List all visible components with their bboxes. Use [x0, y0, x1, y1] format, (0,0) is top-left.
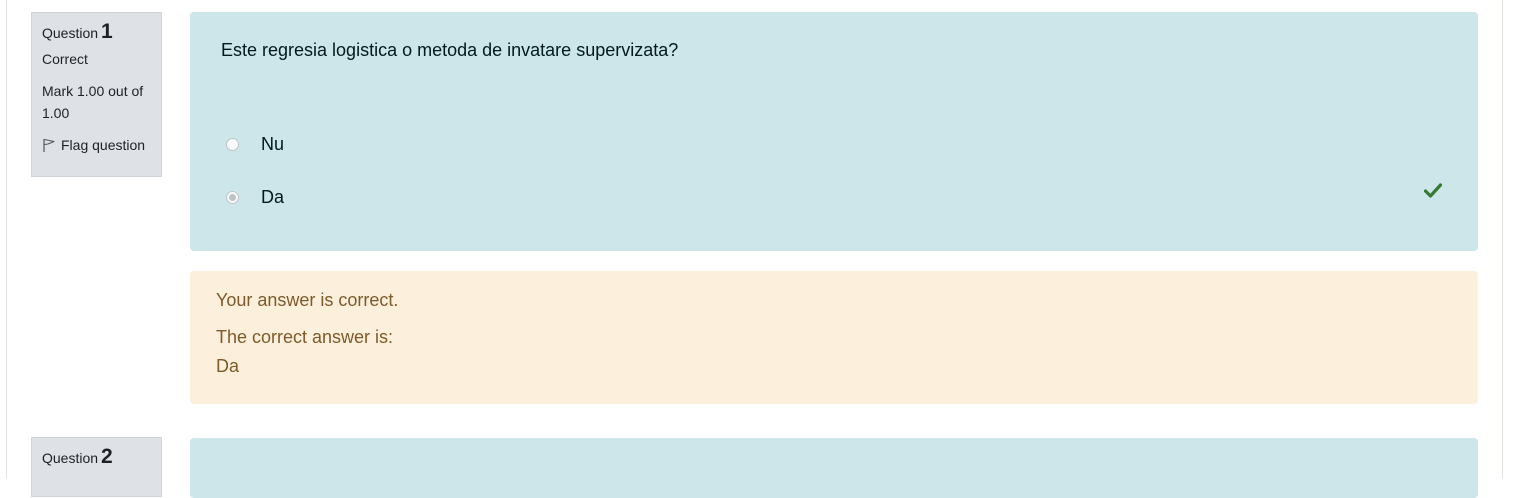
question-label: Question [42, 450, 99, 466]
answer-label-da: Da [261, 187, 285, 207]
flag-question-label: Flag question [61, 137, 146, 153]
question-info: Question 2 [31, 437, 162, 497]
question-number: Question 1 [42, 21, 151, 44]
question-formulation [190, 438, 1478, 498]
feedback-result: Your answer is correct. [216, 290, 399, 310]
feedback-correct-value: Da [216, 356, 240, 376]
question-info: Question 1 Correct Mark 1.00 out of 1.00 … [31, 12, 162, 177]
question-number: Question 2 [42, 446, 151, 469]
question-number-value: 1 [101, 20, 113, 43]
question-formulation: Este regresia logistica o metoda de inva… [190, 12, 1478, 251]
feedback-correct-intro: The correct answer is: [216, 327, 394, 347]
question-feedback: Your answer is correct. The correct answ… [190, 271, 1478, 404]
question-number-value: 2 [101, 445, 113, 468]
radio-nu[interactable] [226, 138, 239, 151]
flag-question-link[interactable]: Flag question [42, 134, 151, 156]
question-text: Este regresia logistica o metoda de inva… [221, 40, 679, 60]
radio-da-selected[interactable] [226, 191, 239, 204]
flag-icon [43, 138, 55, 152]
answer-option-nu[interactable]: Nu [226, 134, 284, 155]
question-grade: Mark 1.00 out of 1.00 [42, 83, 144, 121]
answer-label-nu: Nu [261, 134, 285, 154]
check-icon [1424, 183, 1442, 198]
question-label: Question [42, 25, 99, 41]
answer-option-da[interactable]: Da [226, 187, 284, 208]
question-state: Correct [42, 51, 88, 67]
